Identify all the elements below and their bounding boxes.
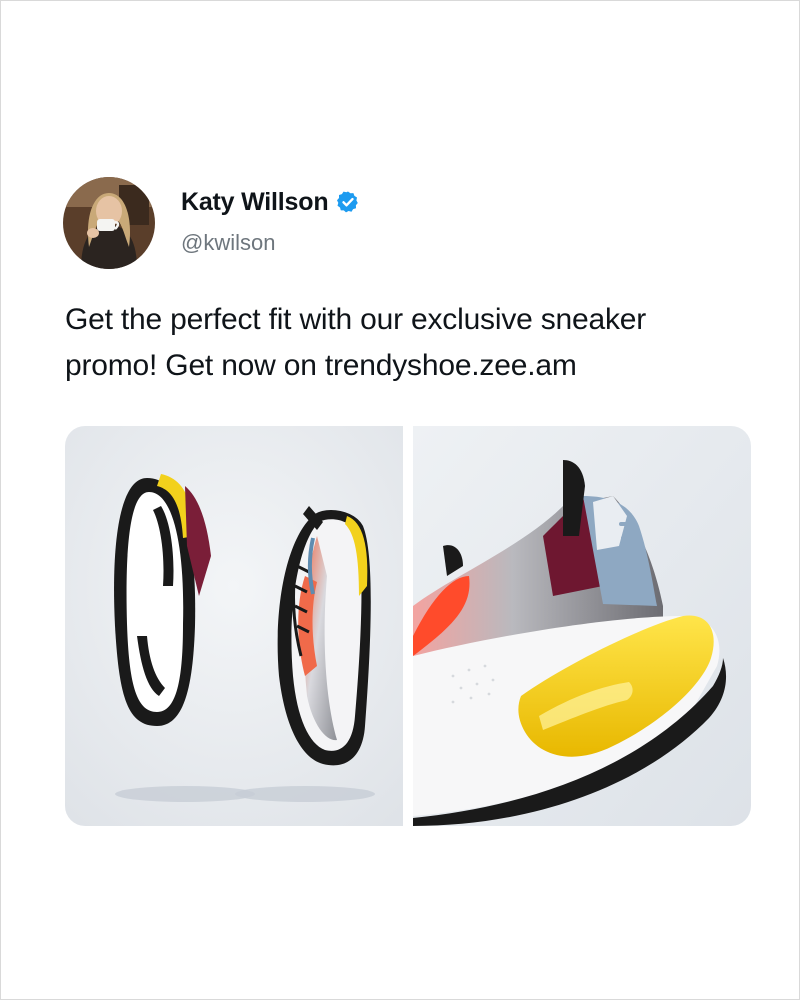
sneaker-pair-photo-icon bbox=[65, 426, 403, 826]
avatar[interactable] bbox=[63, 177, 155, 269]
verified-badge-icon bbox=[336, 190, 360, 214]
media-image-1[interactable] bbox=[65, 426, 403, 826]
avatar-photo-icon bbox=[63, 177, 155, 269]
author-display-name[interactable]: Katy Willson bbox=[181, 188, 329, 217]
post-text: Get the perfect fit with our exclusive s… bbox=[65, 303, 647, 382]
media-gallery bbox=[65, 426, 751, 826]
media-image-2[interactable] bbox=[413, 426, 751, 826]
author-handle[interactable]: @kwilson bbox=[181, 230, 275, 256]
author-name-row: Katy Willson bbox=[181, 185, 360, 219]
sneaker-heel-closeup-photo-icon bbox=[413, 426, 751, 826]
post-card: Katy Willson @kwilson Get the perfect fi… bbox=[0, 0, 800, 1000]
